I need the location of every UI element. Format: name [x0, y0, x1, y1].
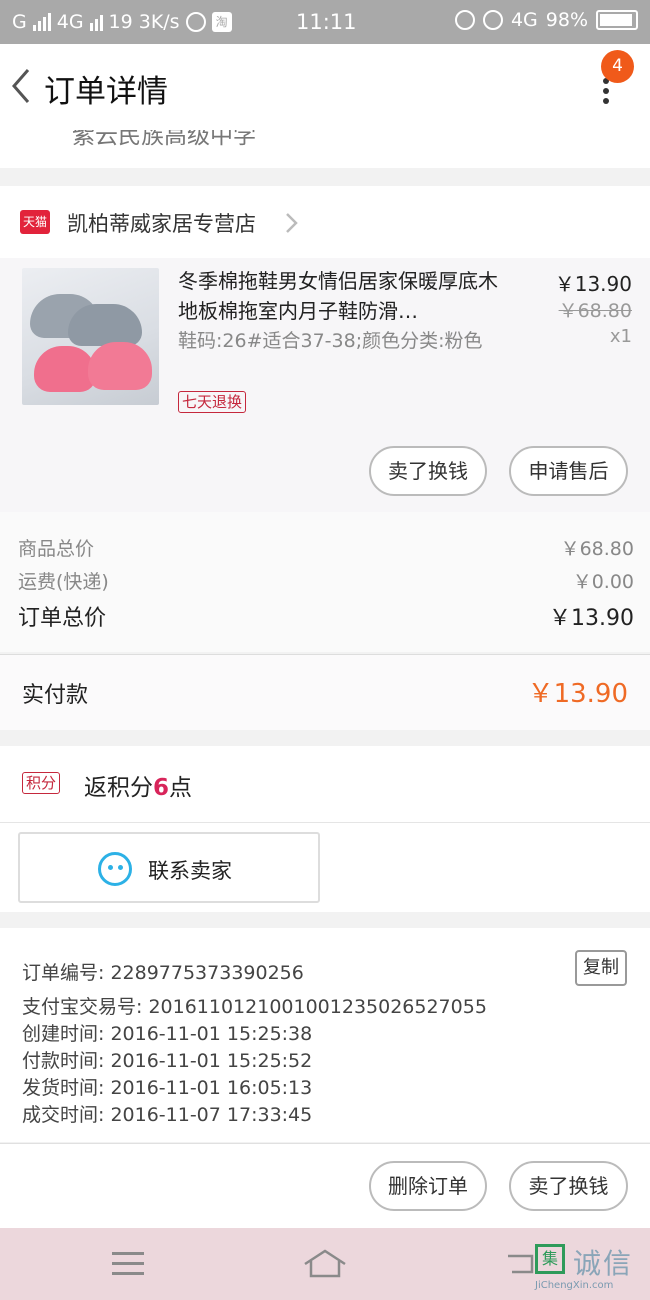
bottom-action-bar: 删除订单 卖了换钱 [0, 1143, 650, 1228]
watermark-text: 诚信 [573, 1247, 634, 1280]
points-text: 返积分6点 [84, 775, 193, 801]
product-price: ￥13.90 [554, 272, 632, 296]
product-original-price: ￥68.80 [558, 300, 632, 322]
speed-label: 3K/s [138, 11, 180, 33]
network-label-2: 4G [510, 9, 538, 31]
product-quantity: x1 [609, 326, 632, 347]
alarm-icon [482, 10, 503, 30]
shipping-label: 运费(快递) [18, 571, 109, 593]
qq-icon [185, 12, 206, 32]
chat-bubble-icon [98, 852, 132, 886]
contact-seller-button[interactable]: 联系卖家 [18, 832, 320, 903]
battery-icon [596, 10, 638, 30]
contact-section: 联系卖家 [0, 822, 650, 912]
shipping-value: ￥0.00 [572, 571, 634, 593]
shop-name[interactable]: 凯柏蒂威家居专营店 [67, 208, 256, 238]
completed-time: 成交时间: 2016-11-07 17:33:45 [22, 1104, 313, 1126]
shipping-row: 运费(快递) ￥0.00 [18, 567, 634, 594]
contact-seller-label: 联系卖家 [148, 859, 232, 883]
carrier-label: G [12, 11, 27, 33]
address-text: 紫云民族高级中学 [72, 130, 256, 149]
status-bar: G 4G 19 3K/s 淘 11:11 4G 98% [0, 0, 650, 44]
tmall-logo-icon: 天猫 [20, 210, 50, 234]
home-icon[interactable] [303, 1248, 347, 1278]
watermark: 集 诚信 JiChengXin.com [535, 1242, 645, 1292]
alipay-number: 支付宝交易号: 2016110121001001235026527055 [22, 996, 487, 1018]
signal-icon [32, 13, 51, 31]
watermark-logo: 集 [535, 1244, 565, 1274]
signal-icon-2 [89, 13, 103, 31]
order-number: 订单编号: 2289775373390256 [22, 962, 304, 984]
clock: 11:11 [296, 10, 357, 34]
shipped-time: 发货时间: 2016-11-01 16:05:13 [22, 1077, 313, 1099]
points-tag: 积分 [22, 772, 61, 794]
paid-amount-row: 实付款 ￥13.90 [0, 654, 650, 730]
order-total-row: 订单总价 ￥13.90 [18, 600, 634, 632]
more-menu-icon[interactable] [600, 78, 612, 108]
order-total-value: ￥13.90 [549, 606, 634, 631]
product-image[interactable] [22, 268, 159, 405]
created-time: 创建时间: 2016-11-01 15:25:38 [22, 1023, 313, 1045]
points-row: 积分 返积分6点 [0, 746, 650, 822]
battery-percent: 98% [545, 9, 588, 31]
menu-icon[interactable] [112, 1252, 144, 1276]
shop-row[interactable]: 天猫 凯柏蒂威家居专营店 [0, 186, 650, 258]
after-sale-button[interactable]: 申请售后 [509, 446, 628, 496]
message-badge[interactable]: 4 [601, 50, 634, 83]
app-header: 订单详情 4 [0, 44, 650, 130]
product-title[interactable]: 冬季棉拖鞋男女情侣居家保暖厚底木地板棉拖室内月子鞋防滑… [178, 266, 498, 326]
paid-label: 实付款 [22, 683, 89, 708]
goods-total-value: ￥68.80 [560, 538, 634, 560]
goods-total-label: 商品总价 [18, 538, 95, 560]
address-strip: 紫云民族高级中学 [0, 130, 650, 168]
notification-count: 19 [108, 11, 133, 33]
order-total-label: 订单总价 [18, 606, 107, 631]
sell-button-bottom[interactable]: 卖了换钱 [509, 1161, 628, 1211]
copy-button[interactable]: 复制 [575, 950, 627, 986]
network-label: 4G [56, 11, 84, 33]
paid-value: ￥13.90 [527, 679, 628, 709]
price-summary: 商品总价 ￥68.80 运费(快递) ￥0.00 订单总价 ￥13.90 [0, 512, 650, 652]
chevron-right-icon [286, 213, 298, 233]
back-arrow-icon[interactable] [8, 66, 34, 106]
mute-icon [454, 10, 475, 30]
return-policy-tag: 七天退换 [178, 391, 247, 413]
watermark-url: JiChengXin.com [535, 1280, 614, 1291]
back-icon[interactable] [506, 1250, 536, 1276]
paid-time: 付款时间: 2016-11-01 15:25:52 [22, 1050, 313, 1072]
points-count: 6 [153, 775, 170, 801]
system-nav-bar: 集 诚信 JiChengXin.com [0, 1228, 650, 1300]
order-info: 订单编号: 2289775373390256 复制 支付宝交易号: 201611… [0, 928, 650, 1142]
taobao-icon: 淘 [211, 12, 232, 32]
sell-button[interactable]: 卖了换钱 [369, 446, 487, 496]
goods-total-row: 商品总价 ￥68.80 [18, 534, 634, 561]
product-sku: 鞋码:26#适合37-38;颜色分类:粉色 [178, 330, 483, 352]
page-title: 订单详情 [44, 74, 168, 110]
delete-order-button[interactable]: 删除订单 [369, 1161, 487, 1211]
